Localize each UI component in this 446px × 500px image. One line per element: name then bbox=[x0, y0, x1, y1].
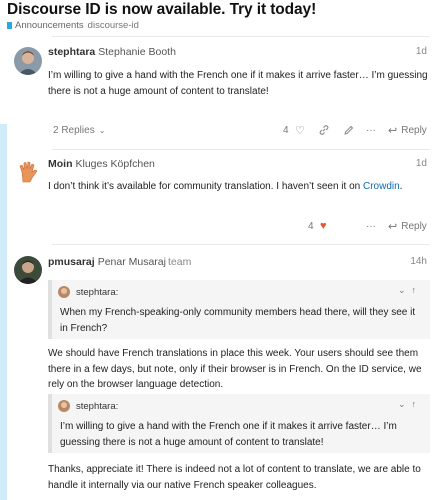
reply-arrow-icon: ↩ bbox=[388, 220, 398, 233]
username[interactable]: pmusaraj Penar Musaraj team bbox=[48, 256, 191, 268]
full-name: Penar Musaraj bbox=[97, 256, 166, 268]
username-text[interactable]: stephtara bbox=[48, 46, 95, 58]
like-count[interactable]: 4 bbox=[283, 121, 289, 139]
full-name: Stephanie Booth bbox=[98, 46, 176, 58]
username-text[interactable]: Moin bbox=[48, 158, 73, 170]
reply-label: Reply bbox=[401, 220, 427, 232]
chevron-down-icon[interactable]: ⌄ bbox=[398, 399, 412, 409]
heart-filled-icon: ♥ bbox=[320, 220, 327, 232]
post-2: Moin Kluges Köpfchen 1d I don’t think it’… bbox=[0, 149, 446, 244]
post-paragraph: We should have French translations in pl… bbox=[48, 348, 422, 390]
topic-header: Discourse ID is now available. Try it to… bbox=[0, 0, 446, 36]
username[interactable]: Moin Kluges Köpfchen bbox=[48, 158, 155, 170]
avatar[interactable] bbox=[14, 158, 42, 186]
post-1: stephtara Stephanie Booth 1d I’m willing … bbox=[0, 36, 446, 149]
quote-header[interactable]: stephtara: bbox=[58, 286, 118, 298]
post-divider bbox=[52, 36, 430, 37]
reply-button[interactable]: ↩ Reply bbox=[388, 121, 427, 139]
quote-text: When my French-speaking-only community m… bbox=[60, 307, 416, 334]
post-date[interactable]: 14h bbox=[410, 256, 427, 267]
username[interactable]: stephtara Stephanie Booth bbox=[48, 46, 176, 58]
show-replies-button[interactable]: 2 Replies ⌄ bbox=[53, 121, 105, 139]
like-count-text: 4 bbox=[283, 124, 289, 136]
quote-avatar bbox=[58, 400, 70, 412]
quote-author: stephtara: bbox=[76, 400, 119, 412]
post-date[interactable]: 1d bbox=[416, 46, 427, 57]
quote-block: stephtara: ⌄↑ When my French-speaking-on… bbox=[48, 280, 430, 339]
post-divider bbox=[52, 244, 430, 245]
quote-block: stephtara: ⌄↑ I’m willing to give a hand… bbox=[48, 394, 430, 453]
topic-title[interactable]: Discourse ID is now available. Try it to… bbox=[7, 1, 316, 19]
quote-controls: ⌄↑ bbox=[398, 285, 422, 296]
team-badge[interactable]: team bbox=[168, 256, 191, 268]
post-body-end: . bbox=[399, 181, 403, 192]
heart-icon: ♡ bbox=[295, 124, 305, 137]
category-link[interactable]: Announcements bbox=[15, 20, 84, 31]
tag-link[interactable]: discourse-id bbox=[88, 20, 139, 31]
like-count[interactable]: 4 bbox=[308, 217, 314, 235]
post-body: I don’t think it’s available for communi… bbox=[48, 179, 430, 195]
breadcrumb: Announcements discourse-id bbox=[7, 20, 139, 31]
username-text[interactable]: pmusaraj bbox=[48, 256, 95, 268]
post-actions: 4 ♥ ··· ↩ Reply bbox=[48, 217, 430, 235]
like-button[interactable]: ♥ bbox=[320, 217, 327, 235]
ellipsis-icon: ··· bbox=[366, 220, 376, 232]
chevron-down-icon[interactable]: ⌄ bbox=[398, 285, 412, 295]
post-actions: 2 Replies ⌄ 4 ♡ ··· ↩ Reply bbox=[48, 121, 430, 139]
reply-label: Reply bbox=[401, 124, 427, 136]
full-name: Kluges Köpfchen bbox=[75, 158, 155, 170]
edit-button[interactable] bbox=[343, 121, 354, 139]
avatar[interactable] bbox=[14, 256, 42, 284]
more-actions-button[interactable]: ··· bbox=[366, 121, 376, 139]
quote-controls: ⌄↑ bbox=[398, 399, 422, 410]
quote-text: I’m willing to give a hand with the Fren… bbox=[60, 421, 397, 448]
post-date[interactable]: 1d bbox=[416, 158, 427, 169]
copy-link-button[interactable] bbox=[318, 121, 330, 139]
reply-arrow-icon: ↩ bbox=[388, 124, 398, 137]
ellipsis-icon: ··· bbox=[366, 124, 376, 136]
replies-label: 2 Replies bbox=[53, 124, 95, 136]
quote-avatar bbox=[58, 286, 70, 298]
link-icon bbox=[319, 125, 329, 135]
post-body-text: I don’t think it’s available for communi… bbox=[48, 181, 363, 192]
crowdin-link[interactable]: Crowdin bbox=[363, 181, 400, 192]
pencil-icon bbox=[344, 125, 354, 135]
arrow-up-icon[interactable]: ↑ bbox=[412, 399, 423, 409]
post-paragraph: Thanks, appreciate it! There is indeed n… bbox=[48, 464, 421, 491]
category-color-badge bbox=[7, 22, 12, 29]
like-button[interactable]: ♡ bbox=[295, 121, 305, 139]
arrow-up-icon[interactable]: ↑ bbox=[412, 285, 423, 295]
quote-author: stephtara: bbox=[76, 286, 119, 298]
chevron-down-icon: ⌄ bbox=[98, 125, 106, 135]
quote-header[interactable]: stephtara: bbox=[58, 400, 118, 412]
post-divider bbox=[52, 149, 430, 150]
post-body: I’m willing to give a hand with the Fren… bbox=[48, 70, 428, 97]
more-actions-button[interactable]: ··· bbox=[366, 217, 376, 235]
like-count-text: 4 bbox=[308, 220, 314, 232]
reply-button[interactable]: ↩ Reply bbox=[388, 217, 427, 235]
avatar[interactable] bbox=[14, 47, 42, 75]
post-3: pmusaraj Penar Musaraj team 14h stephtara:… bbox=[0, 244, 446, 500]
